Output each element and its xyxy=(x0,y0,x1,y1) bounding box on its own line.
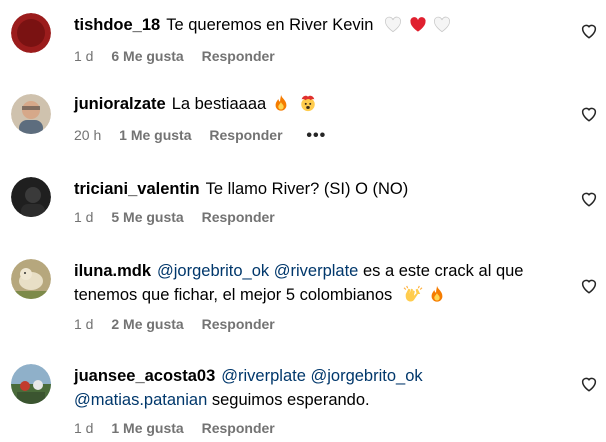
comment-time: 20 h xyxy=(74,127,102,143)
comment-text: seguimos esperando. xyxy=(211,391,370,409)
exploding-head-icon xyxy=(299,94,317,119)
comment-text: tenemos que fichar, el mejor 5 colombian… xyxy=(74,286,393,304)
avatar[interactable] xyxy=(11,13,51,53)
mention-link[interactable]: @jorgebrito_ok xyxy=(310,367,422,385)
like-heart-icon[interactable] xyxy=(580,190,598,208)
comments-list: tishdoe_18 Te queremos en River Kevin 1 d… xyxy=(0,0,606,442)
comment-likes[interactable]: 6 Me gusta xyxy=(111,46,183,66)
reply-button[interactable]: Responder xyxy=(202,207,275,227)
comment-item: tishdoe_18 Te queremos en River Kevin 1 d… xyxy=(0,0,606,80)
comment-text: La bestiaaaa xyxy=(171,95,267,113)
fire-icon xyxy=(429,285,445,310)
avatar[interactable] xyxy=(11,259,51,299)
comment-item: juansee_acosta03 @riverplate @jorgebrito_… xyxy=(0,350,606,442)
fire-icon xyxy=(273,94,289,119)
comment-likes[interactable]: 2 Me gusta xyxy=(111,314,183,334)
comment-time: 1 d xyxy=(74,48,94,64)
mention-link[interactable]: @riverplate xyxy=(221,367,306,385)
avatar[interactable] xyxy=(11,94,51,134)
comment-text: Te llamo River? (SI) O (NO) xyxy=(205,180,409,198)
comment-username[interactable]: junioralzate xyxy=(74,95,166,113)
like-heart-icon[interactable] xyxy=(580,105,598,123)
mention-link[interactable]: @riverplate xyxy=(274,262,359,280)
comment-time: 1 d xyxy=(74,420,94,436)
comment-text: Te queremos en River Kevin xyxy=(166,16,374,34)
comment-text: es a este crack al que xyxy=(362,262,524,280)
like-heart-icon[interactable] xyxy=(580,277,598,295)
comment-username[interactable]: juansee_acosta03 xyxy=(74,367,215,385)
more-options-button[interactable]: ••• xyxy=(306,126,326,146)
comment-username[interactable]: tishdoe_18 xyxy=(74,16,160,34)
comment-item: triciani_valentin Te llamo River? (SI) O … xyxy=(0,165,606,250)
comment-time: 1 d xyxy=(74,316,94,332)
reply-button[interactable]: Responder xyxy=(202,418,275,438)
comment-item: iluna.mdk @jorgebrito_ok @riverplate es a… xyxy=(0,250,606,350)
like-heart-icon[interactable] xyxy=(580,22,598,40)
white-heart-icon xyxy=(384,16,402,40)
avatar[interactable] xyxy=(11,177,51,217)
comment-likes[interactable]: 5 Me gusta xyxy=(111,207,183,227)
reply-button[interactable]: Responder xyxy=(209,125,282,145)
comment-time: 1 d xyxy=(74,209,94,225)
like-heart-icon[interactable] xyxy=(580,375,598,393)
comment-username[interactable]: triciani_valentin xyxy=(74,180,200,198)
comment-likes[interactable]: 1 Me gusta xyxy=(111,418,183,438)
reply-button[interactable]: Responder xyxy=(202,46,275,66)
avatar[interactable] xyxy=(11,364,51,404)
comment-likes[interactable]: 1 Me gusta xyxy=(119,125,191,145)
mention-link[interactable]: @jorgebrito_ok xyxy=(157,262,269,280)
comment-item: junioralzate La bestiaaaa 20 h 1 Me gusta… xyxy=(0,80,606,165)
red-heart-icon xyxy=(409,16,427,40)
comment-username[interactable]: iluna.mdk xyxy=(74,262,151,280)
raising-hands-icon xyxy=(403,285,423,310)
reply-button[interactable]: Responder xyxy=(202,314,275,334)
mention-link[interactable]: @matias.patanian xyxy=(74,391,207,409)
white-heart-icon xyxy=(433,16,451,40)
